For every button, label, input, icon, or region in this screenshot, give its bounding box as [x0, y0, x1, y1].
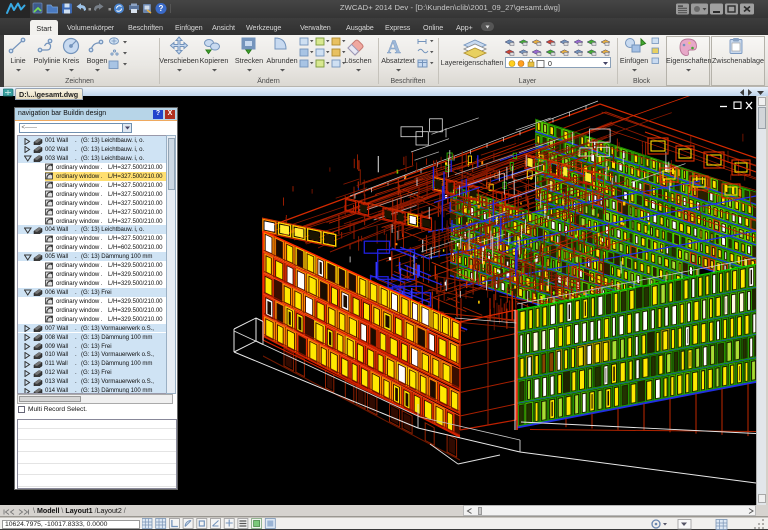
svg-text:A: A [387, 37, 401, 58]
svg-text:?: ? [159, 4, 164, 13]
